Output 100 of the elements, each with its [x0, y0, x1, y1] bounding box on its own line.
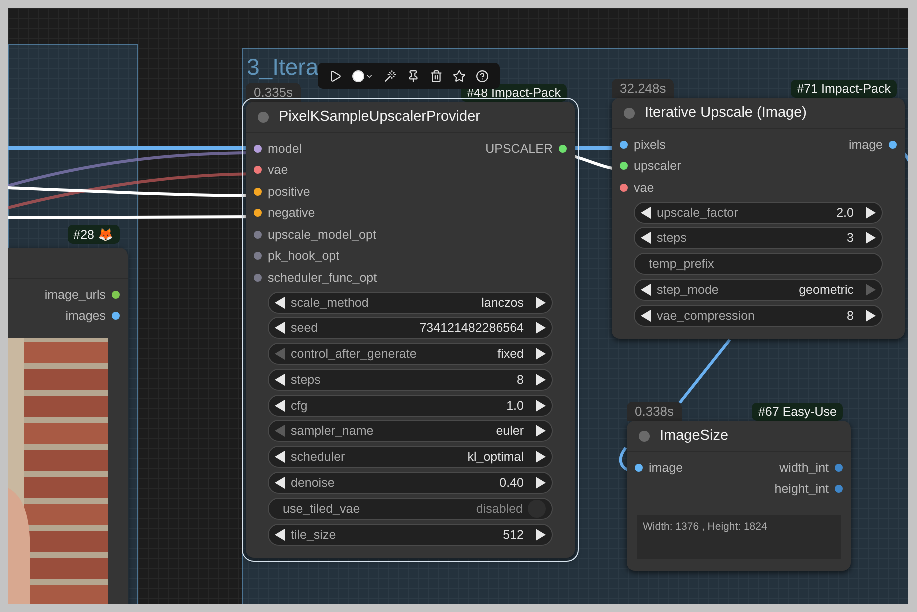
node-card[interactable] [246, 102, 575, 558]
combo-widget[interactable]: tile_size 512 [268, 524, 553, 546]
star-icon[interactable] [453, 70, 466, 82]
widget-value: 734121482286564 [420, 321, 524, 336]
widget-value: fixed [498, 347, 524, 362]
output-label: image [848, 138, 883, 152]
widget-value: 8 [517, 372, 524, 387]
widget-label: denoise [291, 476, 336, 490]
widget-value: 0.40 [500, 476, 524, 490]
widget-label: vae_compression [657, 308, 756, 323]
trash-icon[interactable] [430, 70, 443, 82]
left-arrow-icon[interactable] [641, 232, 652, 244]
text-field[interactable]: temp_prefix [634, 253, 883, 276]
output-label: UPSCALER [486, 142, 553, 156]
status-dot-icon [258, 112, 269, 122]
combo-widget[interactable]: steps 8 [268, 368, 553, 391]
input-label: model [268, 142, 302, 156]
combo-widget[interactable]: upscale_factor 2.0 [634, 202, 883, 224]
node-card[interactable]: image_urls images [8, 248, 128, 604]
left-arrow-icon[interactable] [275, 477, 286, 490]
right-arrow-icon[interactable] [535, 477, 546, 490]
input-label: positive [268, 184, 310, 199]
slot-dot[interactable] [112, 290, 120, 299]
slot-dot[interactable] [112, 312, 120, 320]
slot-dot[interactable] [889, 140, 897, 149]
right-arrow-icon[interactable] [535, 374, 546, 386]
right-arrow-icon[interactable] [535, 348, 546, 360]
input-label: pk_hook_opt [268, 249, 340, 264]
left-arrow-icon[interactable] [275, 296, 286, 308]
slot-dot[interactable] [254, 274, 262, 282]
timing-label: 0.338s [627, 402, 682, 421]
combo-widget[interactable]: steps 3 [634, 227, 883, 250]
widget-value: 1.0 [506, 398, 524, 413]
left-arrow-icon[interactable] [275, 374, 286, 386]
right-arrow-icon[interactable] [535, 528, 546, 541]
slot-dot[interactable] [620, 184, 628, 192]
right-arrow-icon[interactable] [865, 232, 876, 244]
toggle-knob[interactable] [528, 500, 546, 518]
slot-dot[interactable] [254, 252, 262, 260]
left-arrow-icon[interactable] [641, 310, 652, 322]
slot-dot[interactable] [835, 464, 843, 472]
slot-dot[interactable] [254, 209, 262, 218]
slot-dot[interactable] [620, 162, 628, 170]
widget-label: control_after_generate [291, 347, 418, 362]
output-label: images [66, 309, 106, 324]
combo-widget[interactable]: sampler_name euler [268, 420, 553, 442]
left-arrow-icon[interactable] [275, 322, 286, 334]
widget-value: 3 [847, 231, 854, 246]
right-arrow-icon[interactable] [535, 425, 546, 438]
left-arrow-icon[interactable] [275, 528, 286, 541]
combo-widget[interactable]: step_mode geometric [634, 278, 883, 301]
node-card[interactable]: Iterative Upscale (Image) pixels upscaler vae image upscale_factor 2.0 steps 3 temp_prefix step_mode geometric vae_compression 8 [612, 98, 905, 339]
combo-widget[interactable]: cfg 1.0 [268, 394, 553, 417]
node-card[interactable]: ImageSize image width_int height_int Width: 1376 , Height: 1824 [627, 421, 851, 571]
widget-label: tile_size [291, 528, 338, 542]
wand-icon[interactable] [384, 70, 397, 82]
combo-widget[interactable]: scheduler kl_optimal [268, 446, 553, 468]
combo-widget[interactable]: denoise 0.40 [268, 472, 553, 494]
widget-label: scale_method [291, 296, 370, 310]
combo-widget[interactable]: control_after_generate fixed [268, 343, 553, 366]
widget-label: cfg [291, 398, 309, 413]
right-arrow-icon[interactable] [535, 400, 546, 412]
toggle-widget[interactable]: use_tiled_vae disabled [268, 498, 553, 520]
left-arrow-icon[interactable] [641, 206, 652, 218]
play-icon[interactable] [329, 70, 342, 82]
widget-value: euler [496, 424, 524, 438]
left-arrow-icon[interactable] [275, 451, 286, 464]
combo-widget[interactable]: seed 734121482286564 [268, 317, 553, 340]
right-arrow-icon[interactable] [865, 310, 876, 322]
combo-widget[interactable]: vae_compression 8 [634, 304, 883, 327]
slot-dot[interactable] [835, 485, 843, 494]
slot-dot[interactable] [254, 144, 262, 153]
widget-value: kl_optimal [468, 450, 524, 464]
widget-value: 8 [847, 308, 854, 323]
output-label: image_urls [44, 288, 106, 302]
right-arrow-icon[interactable] [535, 451, 546, 464]
widget-value: 2.0 [836, 206, 854, 220]
right-arrow-icon[interactable] [865, 206, 876, 218]
widget-label: seed [291, 321, 320, 336]
left-arrow-icon[interactable] [275, 400, 286, 412]
timing-label: 32.248s [612, 79, 674, 98]
input-label: pixels [634, 138, 666, 152]
slot-dot[interactable] [254, 230, 262, 239]
circle-icon[interactable] [352, 70, 365, 82]
slot-dot[interactable] [559, 144, 567, 153]
output-label: width_int [780, 460, 829, 475]
slot-dot[interactable] [635, 464, 643, 472]
pin-icon[interactable] [407, 70, 420, 82]
node-badge: #71 Impact-Pack [791, 80, 897, 98]
combo-widget[interactable]: scale_method lanczos [268, 292, 553, 314]
slot-dot[interactable] [620, 140, 628, 149]
slot-dot[interactable] [254, 166, 262, 174]
right-arrow-icon[interactable] [535, 296, 546, 308]
node-title: ImageSize [660, 428, 729, 444]
input-label: vae [634, 180, 654, 195]
timing-label: 0.335s [246, 83, 302, 102]
help-icon[interactable] [476, 70, 489, 82]
right-arrow-icon[interactable] [535, 322, 546, 334]
slot-dot[interactable] [254, 188, 262, 196]
left-arrow-icon[interactable] [641, 284, 652, 296]
